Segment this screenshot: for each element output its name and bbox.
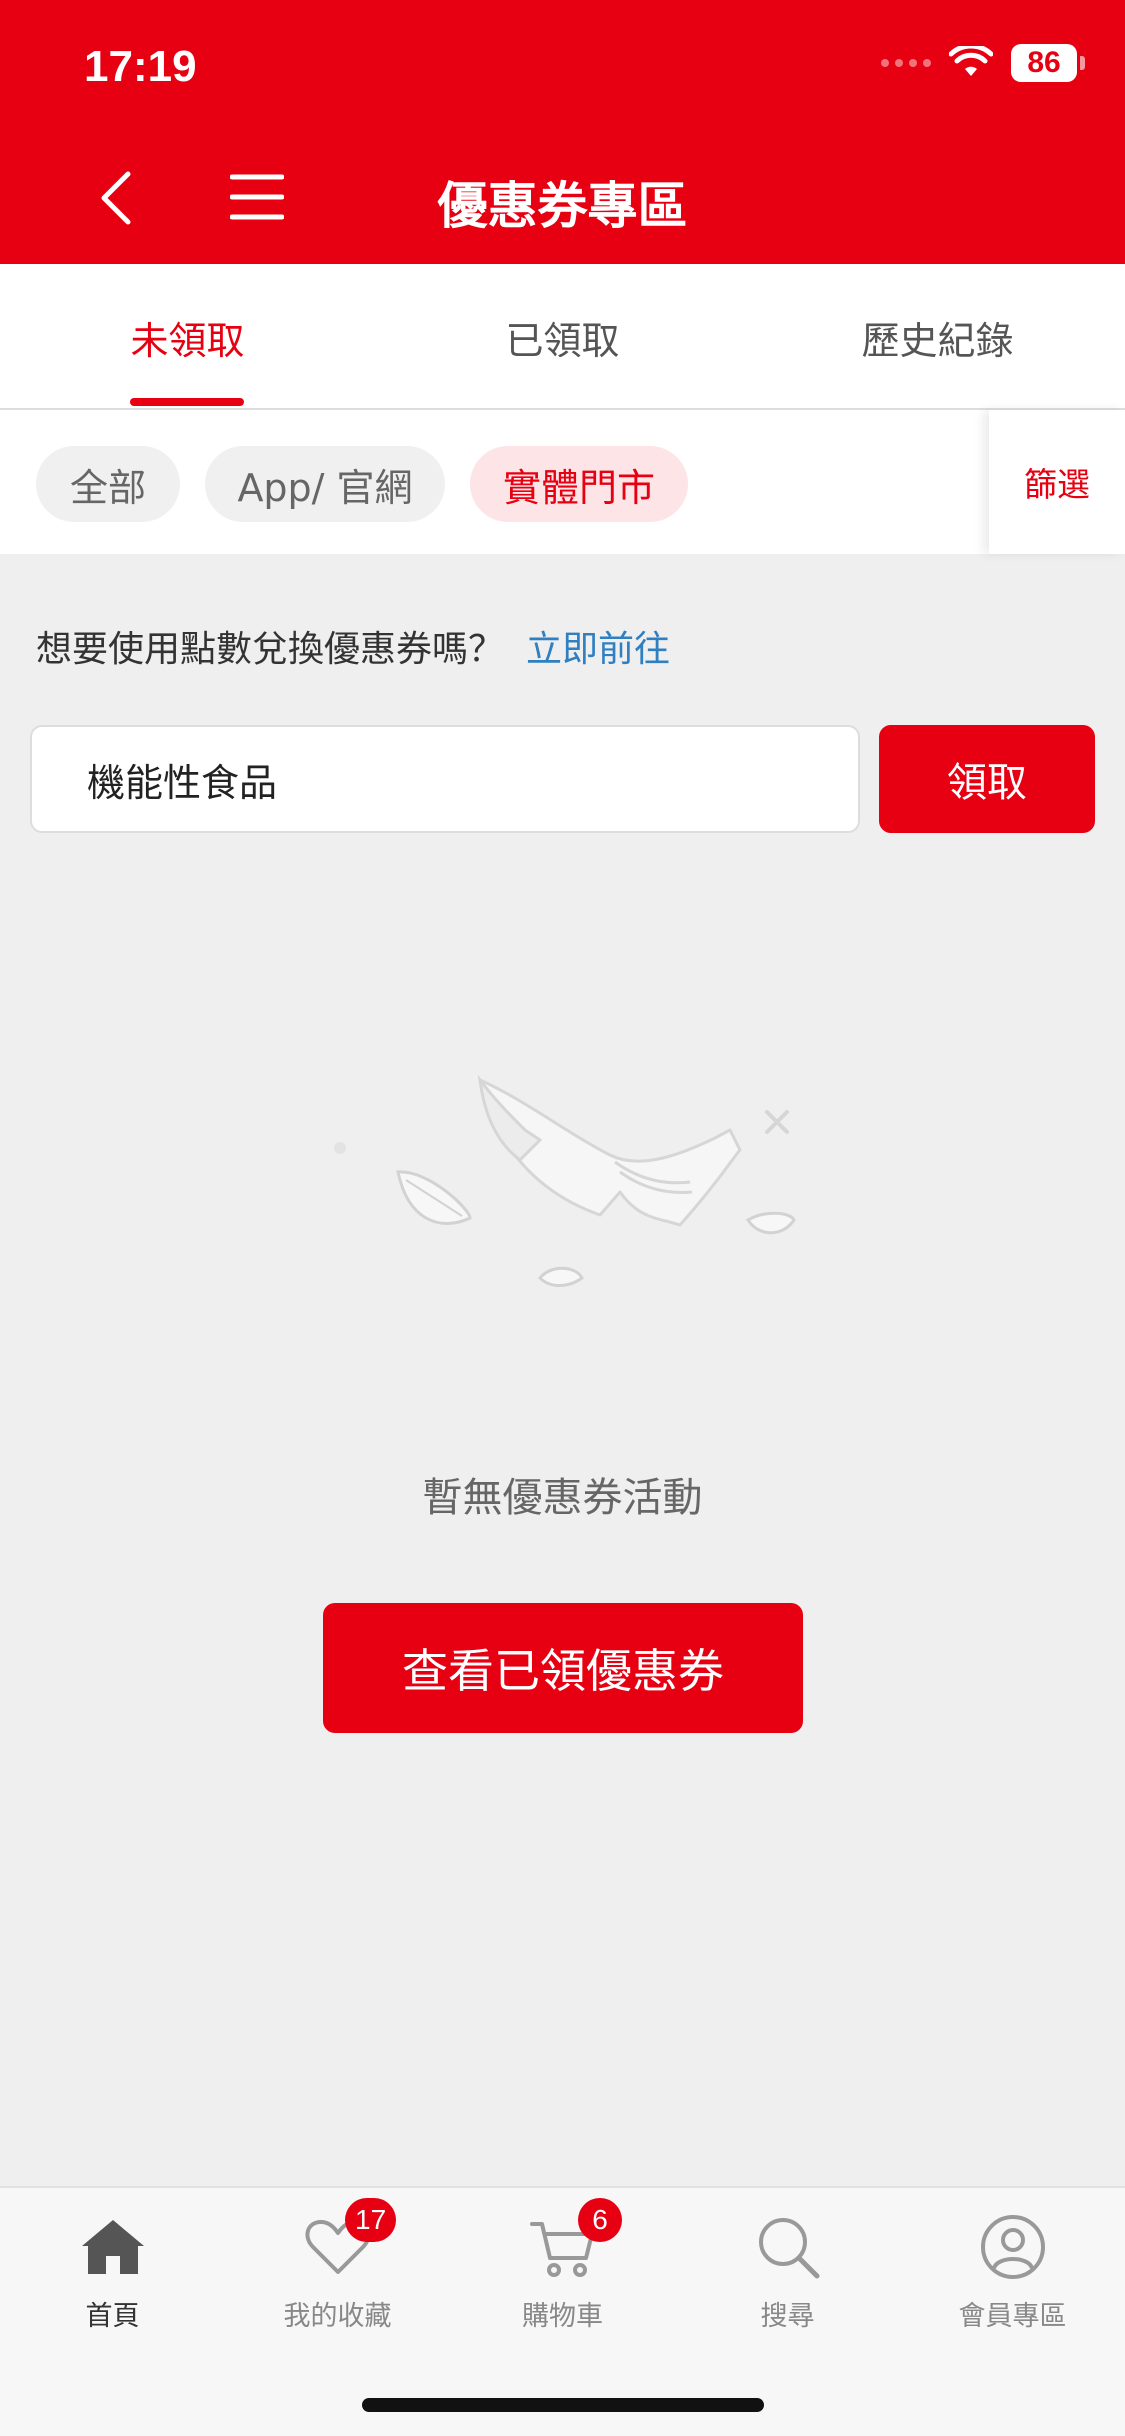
- empty-coupon-icon: [334, 1074, 796, 1287]
- status-time: 17:19: [84, 42, 197, 91]
- battery-level: 86: [1011, 44, 1077, 82]
- chip-app-web[interactable]: App/ 官網: [205, 446, 445, 522]
- favorites-badge: 17: [345, 2198, 397, 2242]
- tab-history[interactable]: 歷史紀錄: [750, 264, 1125, 410]
- app-header: 17:19 86 優惠券專區: [0, 0, 1125, 264]
- view-claimed-coupons-button[interactable]: 查看已領優惠券: [323, 1603, 803, 1733]
- nav-search-label: 搜尋: [760, 2301, 815, 2332]
- nav-cart[interactable]: 6 購物車: [450, 2188, 675, 2358]
- coupon-tabs: 未領取 已領取 歷史紀錄: [0, 264, 1125, 410]
- tab-claimed[interactable]: 已領取: [375, 264, 750, 410]
- points-prompt-text: 想要使用點數兌換優惠券嗎？: [36, 629, 505, 670]
- points-prompt: 想要使用點數兌換優惠券嗎？ 立即前往: [36, 620, 670, 672]
- page-title: 優惠券專區: [437, 177, 688, 235]
- nav-search[interactable]: 搜尋: [675, 2188, 900, 2358]
- search-icon: [759, 2218, 820, 2279]
- signal-icon: [881, 59, 931, 67]
- nav-cart-label: 購物車: [522, 2301, 603, 2332]
- status-icons: 86: [881, 44, 1085, 82]
- tab-unclaimed[interactable]: 未領取: [0, 264, 375, 410]
- chip-retail-store[interactable]: 實體門市: [470, 446, 688, 522]
- user-icon: [981, 2215, 1045, 2279]
- nav-member-label: 會員專區: [958, 2301, 1067, 2332]
- bottom-nav: 首頁 17 我的收藏 6 購物車 搜尋 會員專區: [0, 2186, 1125, 2436]
- coupon-code-input[interactable]: [30, 725, 860, 833]
- nav-home-label: 首頁: [85, 2301, 140, 2332]
- claim-button[interactable]: 領取: [879, 725, 1095, 833]
- wifi-icon: [949, 46, 993, 76]
- nav-member[interactable]: 會員專區: [900, 2188, 1125, 2358]
- tab-active-indicator: [130, 398, 244, 406]
- nav-home[interactable]: 首頁: [0, 2188, 225, 2358]
- home-indicator: [362, 2398, 764, 2412]
- battery-icon: 86: [1011, 44, 1085, 82]
- home-icon: [82, 2220, 144, 2274]
- points-redeem-link[interactable]: 立即前往: [526, 629, 670, 670]
- filter-bar: 全部 App/ 官網 實體門市 篩選: [0, 410, 1125, 554]
- filter-button[interactable]: 篩選: [989, 410, 1125, 554]
- nav-favorites[interactable]: 17 我的收藏: [225, 2188, 450, 2358]
- chip-all[interactable]: 全部: [36, 446, 180, 522]
- empty-state-message: 暫無優惠券活動: [422, 1475, 703, 1521]
- nav-favorites-label: 我的收藏: [283, 2301, 392, 2332]
- cart-badge: 6: [578, 2198, 622, 2242]
